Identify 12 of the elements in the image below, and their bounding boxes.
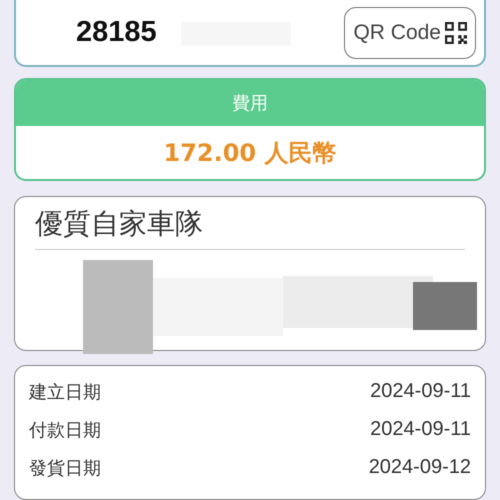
date-label: 發貨日期	[29, 457, 101, 480]
qr-code-button[interactable]: QR Code	[344, 6, 476, 58]
date-label: 建立日期	[29, 381, 101, 404]
fee-amount: 172.00 人民幣	[162, 138, 338, 169]
date-label: 付款日期	[29, 419, 101, 442]
date-value: 2024-09-11	[370, 418, 471, 442]
order-number: 28185	[76, 16, 157, 49]
fee-header: 費用	[16, 80, 484, 126]
qr-code-icon	[445, 22, 467, 44]
carrier-title: 優質自家車隊	[35, 205, 465, 250]
date-value: 2024-09-12	[368, 456, 471, 480]
date-value: 2024-09-11	[370, 380, 471, 404]
